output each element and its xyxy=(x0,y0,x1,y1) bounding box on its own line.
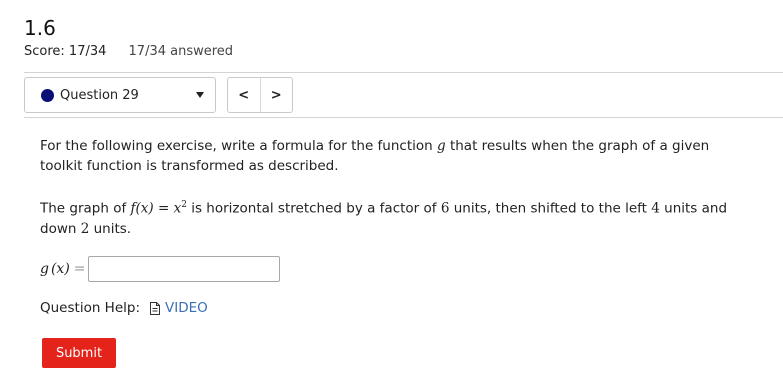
answer-label-g: g xyxy=(40,261,49,277)
statement-text-5: units. xyxy=(89,220,132,237)
answer-row: g (x) = xyxy=(40,256,280,282)
caret-down-icon xyxy=(196,92,204,98)
question-help: Question Help: VIDEO xyxy=(40,300,208,316)
math-f-arg: (x) xyxy=(135,200,154,217)
question-selector-label: Question 29 xyxy=(60,87,139,103)
math-left-shift: 4 xyxy=(651,200,660,217)
score-summary: Score: 17/34 17/34 answered xyxy=(24,44,233,59)
statement-text-3: units, then shifted to the left xyxy=(449,200,652,217)
assignment-title: 1.6 xyxy=(24,16,56,40)
statement-text-2: is horizontal stretched by a factor of xyxy=(186,200,441,217)
divider xyxy=(24,72,783,73)
problem-statement: The graph of f(x) = x2 is horizontal str… xyxy=(40,195,740,239)
answered-count: 17/34 answered xyxy=(128,44,234,59)
answer-label-arg: (x) xyxy=(50,261,70,277)
video-help-link[interactable]: VIDEO xyxy=(165,300,208,316)
question-selector[interactable]: Question 29 xyxy=(24,77,216,113)
answer-input[interactable] xyxy=(87,256,280,282)
next-question-button[interactable]: > xyxy=(261,78,293,112)
question-help-label: Question Help: xyxy=(40,300,140,316)
submit-button[interactable]: Submit xyxy=(42,338,116,368)
math-var-g: g xyxy=(437,138,446,154)
math-equals: = xyxy=(153,200,174,217)
instruction-text-1: For the following exercise, write a form… xyxy=(40,138,437,154)
answer-equals: = xyxy=(73,261,86,277)
question-pager: < > xyxy=(227,77,293,113)
question-status-dot xyxy=(41,88,54,102)
document-icon xyxy=(149,301,161,315)
statement-text-1: The graph of xyxy=(40,200,131,217)
previous-question-button[interactable]: < xyxy=(228,78,261,112)
divider xyxy=(24,117,783,118)
score-text: Score: 17/34 xyxy=(24,44,107,59)
problem-instructions: For the following exercise, write a form… xyxy=(40,136,740,176)
